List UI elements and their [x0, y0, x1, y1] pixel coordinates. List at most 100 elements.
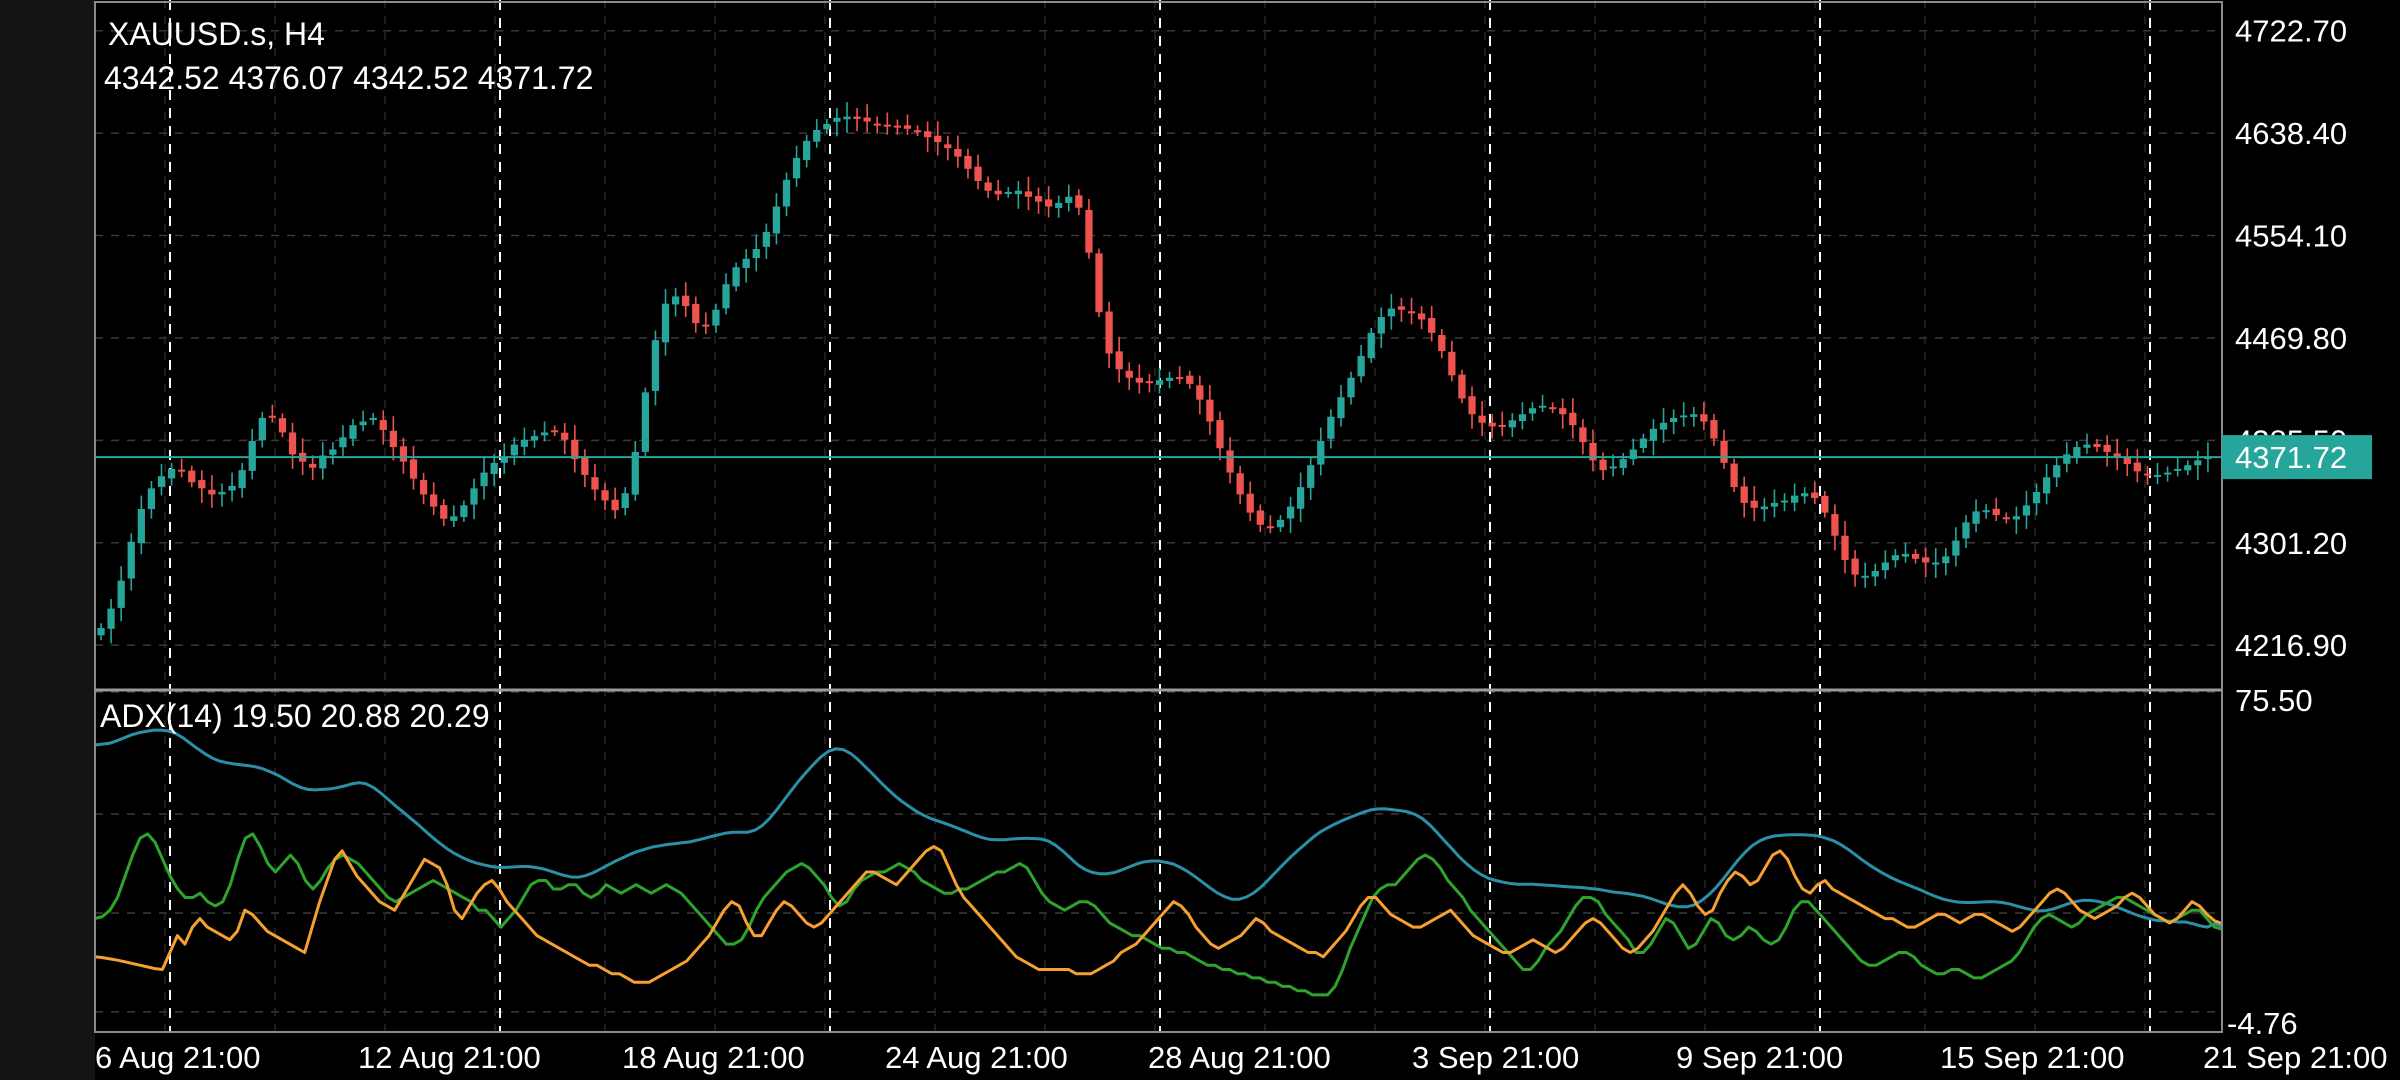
candle-body — [1649, 428, 1658, 441]
candle-body — [278, 418, 287, 433]
candle-body — [1508, 420, 1516, 428]
candle-body — [2103, 444, 2111, 452]
candle-body — [1619, 459, 1627, 468]
current-price-tag-label: 4371.72 — [2235, 440, 2347, 475]
candle-body — [1891, 555, 1900, 561]
candle-body — [1881, 562, 1889, 571]
candle-body — [1276, 519, 1285, 528]
candle-body — [188, 470, 196, 483]
candle-body — [863, 117, 871, 122]
candle-body — [1297, 487, 1305, 509]
candle-body — [117, 580, 125, 608]
price-axis-label: 4469.80 — [2235, 321, 2347, 356]
candle-body — [954, 148, 962, 157]
candle-body — [1922, 557, 1930, 563]
candle-body — [1861, 575, 1869, 578]
candle-body — [440, 505, 448, 519]
candle-body — [258, 417, 266, 441]
candle-body — [228, 485, 236, 491]
candle-body — [1770, 502, 1779, 507]
candle-body — [1377, 317, 1385, 334]
candle-body — [218, 491, 226, 495]
adx-series-plusdi — [94, 832, 2223, 997]
price-axis-label: 4301.20 — [2235, 526, 2347, 561]
price-axis-label: 4554.10 — [2235, 219, 2347, 254]
candle-body — [843, 116, 851, 120]
candle-body — [1468, 396, 1476, 415]
candle-body — [1639, 438, 1648, 449]
candle-body — [1105, 311, 1113, 354]
candle-body — [97, 628, 105, 636]
candle-body — [1065, 196, 1073, 203]
candle-body — [510, 444, 518, 456]
candle-body — [470, 488, 478, 505]
candle-body — [1992, 508, 2000, 516]
candle-body — [1226, 450, 1234, 473]
candle-body — [631, 451, 639, 495]
candle-body — [1095, 253, 1103, 313]
candle-body — [1367, 332, 1375, 359]
candle-body — [1165, 377, 1174, 381]
candle-body — [329, 449, 337, 455]
candle-body — [349, 425, 357, 439]
candle-body — [2022, 505, 2031, 516]
candle-body — [772, 206, 781, 234]
candle-body — [399, 446, 408, 462]
candle-body — [924, 131, 932, 138]
time-axis-label: 9 Sep 21:00 — [1676, 1040, 1843, 1075]
candle-body — [339, 437, 347, 448]
time-axis-label: 21 Sep 21:00 — [2203, 1040, 2387, 1075]
candle-body — [2032, 491, 2041, 504]
price-axis-label: 4722.70 — [2235, 14, 2347, 49]
candle-body — [1397, 306, 1406, 310]
candle-body — [1760, 506, 1768, 510]
candle-body — [1901, 553, 1910, 557]
candle-body — [671, 296, 680, 305]
candle-body — [540, 432, 549, 436]
candle-body — [1216, 420, 1224, 449]
adx-series-minusdi — [94, 845, 2223, 984]
candle-body — [1911, 553, 1920, 559]
candle-body — [813, 129, 821, 142]
candle-body — [1821, 495, 1829, 513]
candle-body — [621, 493, 629, 509]
candle-body — [702, 324, 710, 327]
candle-body — [903, 125, 912, 129]
candle-body — [167, 468, 176, 479]
candle-body — [792, 157, 801, 179]
candle-body — [1307, 465, 1315, 488]
candle-body — [490, 462, 498, 475]
candle-body — [601, 490, 609, 501]
candle-body — [1246, 493, 1254, 513]
candle-body — [1448, 351, 1456, 376]
candle-body — [1266, 526, 1275, 529]
candle-body — [268, 415, 277, 418]
trading-chart[interactable]: 4722.704638.404554.104469.804385.504301.… — [0, 0, 2400, 1080]
candle-body — [1831, 514, 1839, 536]
candle-body — [1528, 408, 1537, 414]
candle-body — [712, 309, 720, 326]
candle-body — [520, 439, 529, 447]
candle-body — [752, 249, 760, 259]
candle-body — [1176, 377, 1184, 380]
ohlc-readout: 4342.52 4376.07 4342.52 4371.72 — [104, 60, 594, 96]
candle-body — [480, 472, 488, 487]
candle-body — [1982, 510, 1990, 513]
adx-series-adx — [94, 728, 2223, 929]
candle-body — [450, 516, 458, 521]
candle-body — [2184, 465, 2192, 471]
candle-body — [1720, 440, 1728, 463]
candle-body — [1256, 510, 1264, 525]
candle-body — [581, 457, 589, 475]
candle-body — [1236, 473, 1244, 495]
candle-body — [742, 258, 750, 268]
candle-body — [1801, 493, 1809, 497]
candle-body — [1518, 414, 1527, 422]
candle-body — [1206, 399, 1214, 422]
time-axis-label: 6 Aug 21:00 — [95, 1040, 261, 1075]
candle-body — [2073, 447, 2081, 457]
price-axis-label: 4638.40 — [2235, 116, 2347, 151]
candle-body — [1186, 375, 1194, 384]
candle-body — [1004, 191, 1012, 194]
candle-body — [994, 190, 1002, 195]
